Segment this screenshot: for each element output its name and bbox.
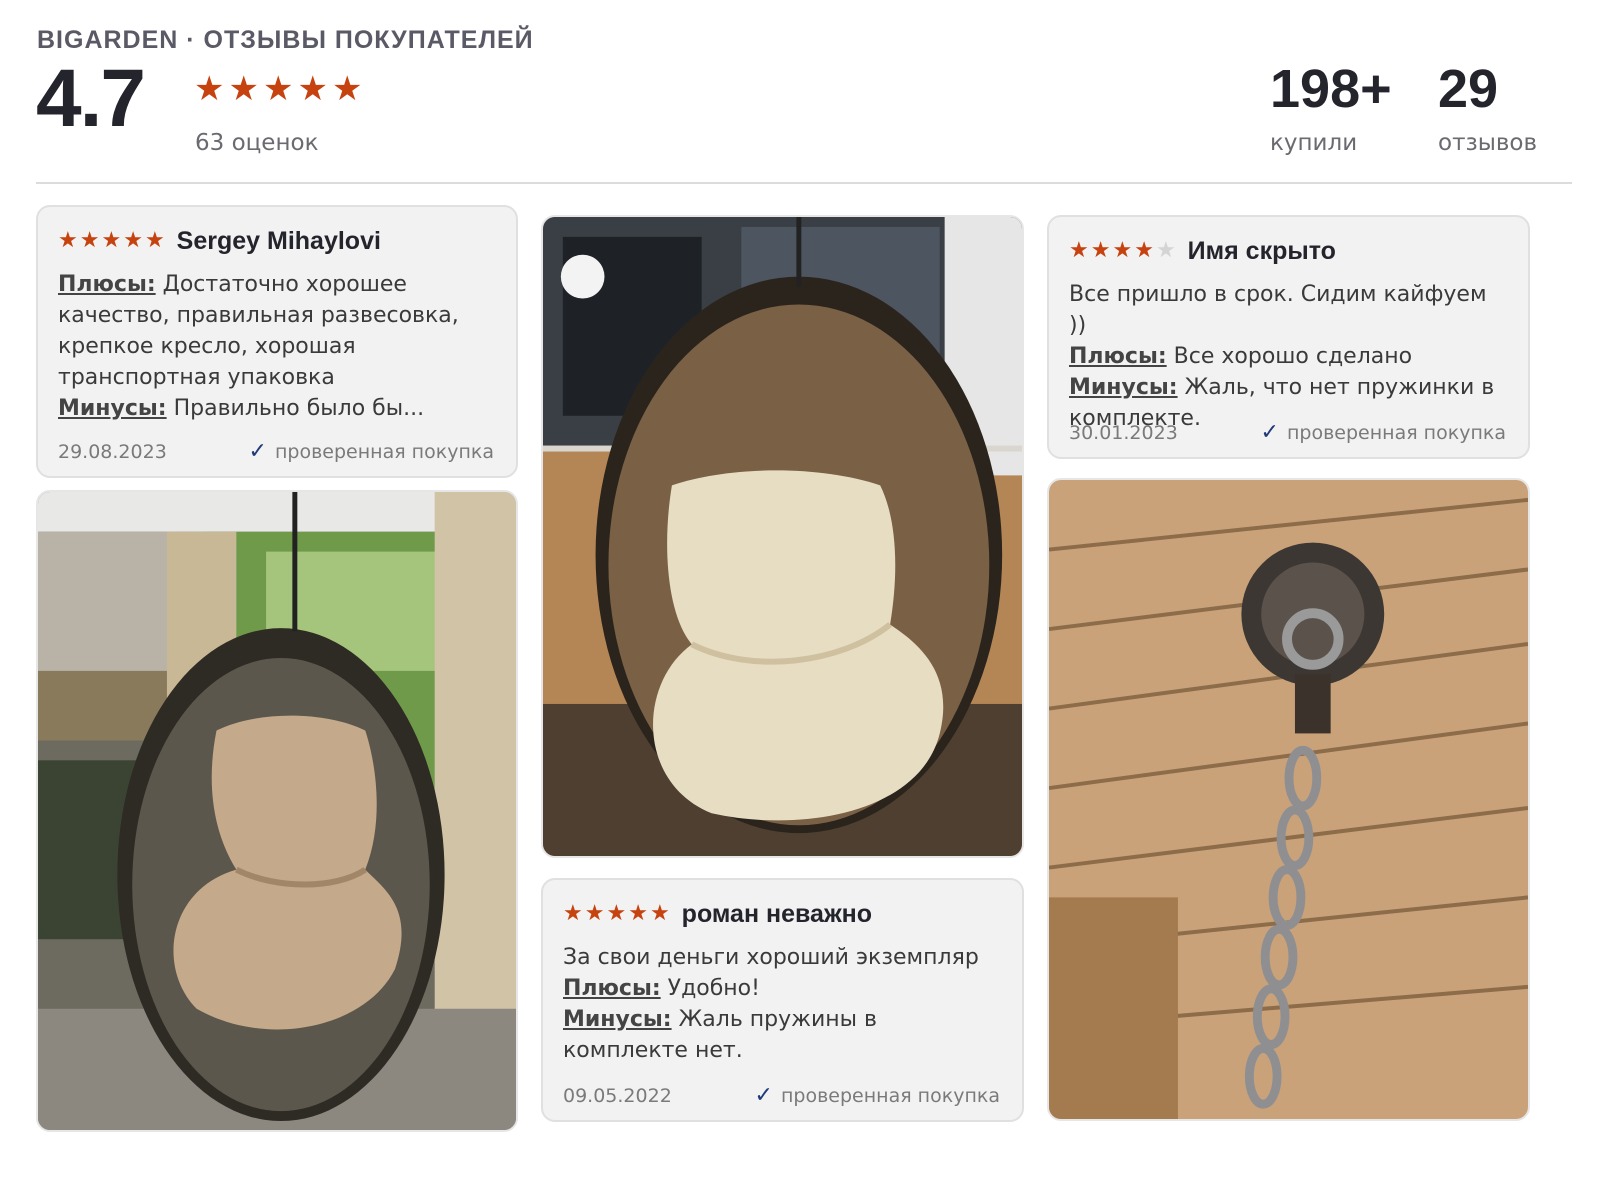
bought-stat: 198+ купили (1270, 62, 1392, 156)
reviews-label: отзывов (1438, 130, 1538, 156)
review-card[interactable]: ★ ★ ★ ★ ★ Имя скрыто Все пришло в срок. … (1047, 215, 1530, 459)
review-card[interactable]: ★ ★ ★ ★ ★ Sergey Mihaylovi Плюсы: Достат… (36, 205, 518, 478)
star-icon: ★ (123, 228, 143, 253)
star-icon: ★ (649, 901, 670, 926)
header-divider (36, 182, 1572, 184)
star-icon: ★ (331, 69, 363, 109)
star-icon: ★ (297, 69, 328, 109)
pros-label: Плюсы: (563, 976, 661, 1001)
review-text: Все пришло в срок. Сидим кайфуем )) (1069, 282, 1487, 338)
average-rating: 4.7 (36, 53, 146, 144)
star-icon: ★ (1090, 238, 1111, 263)
cons-text: Правильно было бы... (173, 396, 425, 421)
verified-label: проверенная покупка (780, 1084, 1000, 1107)
reviews-value: 29 (1438, 59, 1499, 119)
star-icon: ★ (584, 901, 605, 926)
review-date: 30.01.2023 (1069, 421, 1178, 444)
review-date: 09.05.2022 (563, 1084, 672, 1107)
review-author: Имя скрыто (1187, 236, 1336, 265)
rating-stars: ★ ★ ★ ★ ★ (194, 72, 362, 106)
cons-label: Минусы: (563, 1007, 672, 1032)
review-body: За свои деньги хороший экземпляр Плюсы: … (563, 942, 1002, 1066)
verified-label: проверенная покупка (274, 440, 494, 463)
review-stars: ★ ★ ★ ★ ★ (563, 903, 670, 925)
star-icon: ★ (606, 901, 627, 926)
review-date: 29.08.2023 (58, 440, 167, 463)
page-kicker: BIGARDEN · ОТЗЫВЫ ПОКУПАТЕЛЕЙ (37, 26, 534, 54)
verified-badge: ✓ проверенная покупка (1261, 420, 1506, 445)
star-icon: ★ (628, 901, 648, 926)
star-icon: ★ (194, 69, 225, 109)
check-icon: ✓ (248, 439, 267, 464)
star-icon: ★ (1134, 238, 1154, 263)
pros-label: Плюсы: (1069, 344, 1167, 369)
bought-label: купили (1270, 130, 1358, 156)
star-icon: ★ (79, 228, 100, 253)
star-icon: ★ (101, 228, 122, 253)
pros-label: Плюсы: (58, 272, 156, 297)
star-empty-icon: ★ (1155, 238, 1176, 263)
review-author: Sergey Mihaylovi (176, 226, 381, 255)
star-icon: ★ (58, 228, 78, 253)
cons-label: Минусы: (58, 396, 167, 421)
review-photo-porch-chair[interactable] (36, 490, 518, 1132)
star-icon: ★ (228, 69, 259, 109)
ratings-count: 63 оценок (195, 130, 319, 156)
review-stars: ★ ★ ★ ★ ★ (58, 230, 165, 252)
review-stars: ★ ★ ★ ★ ★ (1069, 240, 1176, 262)
verified-label: проверенная покупка (1286, 421, 1506, 444)
star-icon: ★ (1112, 238, 1133, 263)
pros-text: Все хорошо сделано (1173, 344, 1413, 369)
verified-badge: ✓ проверенная покупка (249, 439, 494, 464)
review-card[interactable]: ★ ★ ★ ★ ★ роман неважно За свои деньги х… (541, 878, 1024, 1122)
review-author: роман неважно (681, 899, 873, 928)
review-photo-balcony-chair[interactable] (541, 215, 1024, 858)
star-icon: ★ (262, 69, 294, 109)
star-icon: ★ (144, 228, 165, 253)
star-icon: ★ (1069, 238, 1089, 263)
star-icon: ★ (563, 901, 583, 926)
cons-label: Минусы: (1069, 375, 1178, 400)
review-text: За свои деньги хороший экземпляр (563, 945, 979, 970)
check-icon: ✓ (1260, 420, 1279, 445)
review-body: Плюсы: Достаточно хорошее качество, прав… (58, 269, 496, 424)
verified-badge: ✓ проверенная покупка (755, 1083, 1000, 1108)
review-body: Все пришло в срок. Сидим кайфуем )) Плюс… (1069, 279, 1508, 434)
bought-value: 198+ (1270, 59, 1392, 119)
check-icon: ✓ (754, 1083, 773, 1108)
reviews-stat: 29 отзывов (1438, 62, 1537, 156)
pros-text: Удобно! (667, 976, 760, 1001)
review-photo-ceiling-mount[interactable] (1047, 478, 1530, 1121)
